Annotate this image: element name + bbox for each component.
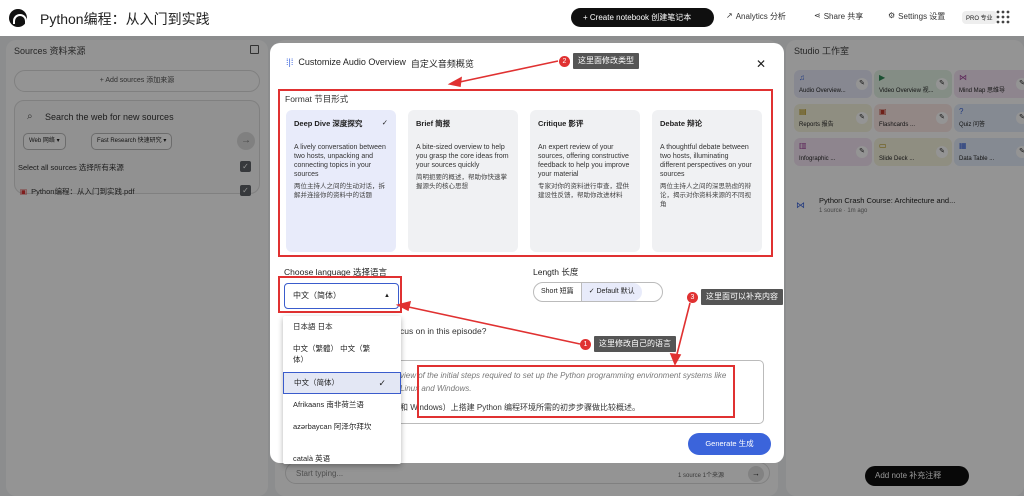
callout-number-2: 2 — [559, 56, 570, 67]
callout-format: 这里面修改类型 — [573, 53, 639, 69]
arrowhead-language — [395, 300, 412, 312]
arrow-language — [403, 305, 581, 345]
annotation-arrows — [395, 60, 691, 366]
arrowhead-content — [669, 353, 682, 366]
arrow-content — [675, 302, 691, 359]
arrow-format — [454, 60, 559, 84]
callout-content: 这里面可以补充内容 — [701, 289, 783, 305]
callout-number-1: 1 — [580, 339, 591, 350]
callout-language: 这里修改自己的语言 — [594, 336, 676, 352]
arrowhead-format — [447, 76, 462, 87]
callout-number-3: 3 — [687, 292, 698, 303]
